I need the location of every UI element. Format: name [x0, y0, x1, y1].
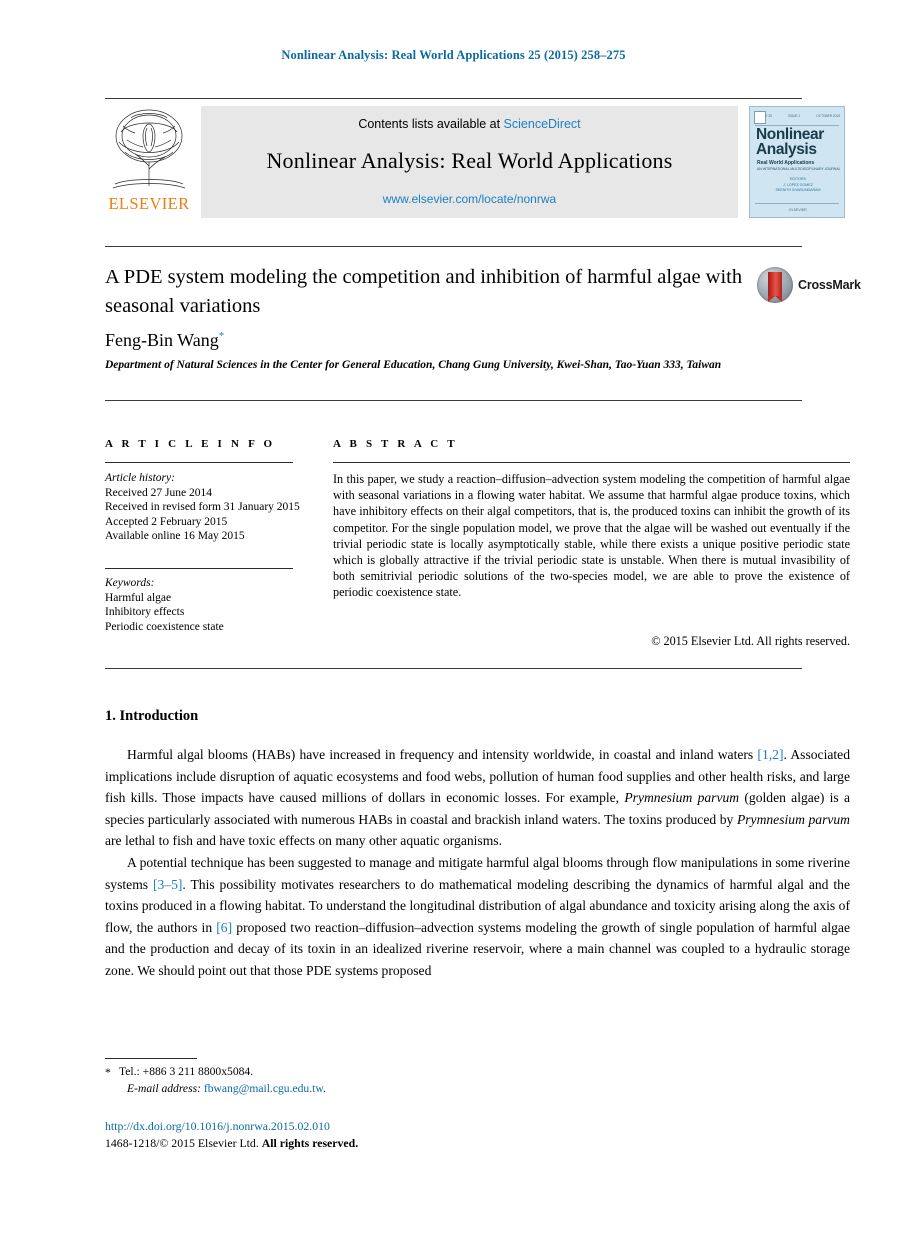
cover-editors: EDITORS J. LOPEZ GOMEZ SEENITH SIVASUNDA…	[750, 177, 844, 194]
footnote-email-line: E-mail address: fbwang@mail.cgu.edu.tw.	[127, 1081, 326, 1097]
cover-subtitle2: AN INTERNATIONAL MULTIDISCIPLINARY JOURN…	[757, 167, 841, 171]
rights-reserved: All rights reserved.	[261, 1136, 359, 1150]
citation-link-6[interactable]: [6]	[216, 920, 232, 935]
p1-text-1: Harmful algal blooms (HABs) have increas…	[127, 747, 758, 762]
author-affiliation: Department of Natural Sciences in the Ce…	[105, 359, 722, 371]
article-info-rule-top	[105, 462, 293, 463]
crossmark-book-shape	[768, 272, 782, 302]
abstract-text: In this paper, we study a reaction–diffu…	[333, 471, 850, 601]
cover-editors-label: EDITORS	[790, 177, 806, 181]
sciencedirect-banner: Contents lists available at ScienceDirec…	[201, 106, 738, 218]
history-item: Received 27 June 2014	[105, 486, 212, 499]
keyword-item: Harmful algae	[105, 591, 172, 604]
title-divider	[105, 246, 802, 247]
citation-link-3-5[interactable]: [3–5]	[153, 877, 182, 892]
history-item: Received in revised form 31 January 2015	[105, 501, 300, 513]
contents-prefix: Contents lists available at	[358, 117, 504, 131]
cover-rule-2	[755, 203, 839, 204]
elsevier-logo: ELSEVIER	[105, 106, 193, 218]
cover-elsevier-mark	[754, 111, 766, 124]
article-history-block: Article history: Received 27 June 2014 R…	[105, 471, 305, 544]
cover-editor-1: J. LOPEZ GOMEZ	[783, 182, 813, 187]
history-item: Available online 16 May 2015	[105, 530, 245, 542]
abstract-heading: A B S T R A C T	[333, 438, 458, 450]
email-period: .	[322, 1082, 326, 1095]
footnote-divider	[105, 1058, 197, 1059]
elsevier-wordmark: ELSEVIER	[108, 194, 190, 213]
masthead-top-rule	[105, 98, 802, 99]
contents-available-line: Contents lists available at ScienceDirec…	[201, 117, 738, 131]
crossmark-label: CrossMark	[798, 278, 861, 292]
cover-date: OCTOBER 2015	[816, 113, 840, 118]
abstract-copyright: © 2015 Elsevier Ltd. All rights reserved…	[651, 634, 850, 648]
crossmark-badge[interactable]: CrossMark	[757, 267, 861, 303]
cover-title: Nonlinear Analysis	[756, 127, 824, 158]
abstract-paragraph: In this paper, we study a reaction–diffu…	[333, 472, 850, 600]
article-info-heading: A R T I C L E I N F O	[105, 438, 276, 450]
article-info-rule-mid	[105, 568, 293, 569]
abstract-bottom-divider	[105, 668, 802, 669]
p1-text-4: are lethal to fish and have toxic effect…	[105, 833, 502, 849]
species-name-2: Prymnesium parvum	[736, 811, 851, 827]
author-name: Feng-Bin Wang*	[105, 330, 224, 351]
sciencedirect-link[interactable]: ScienceDirect	[504, 117, 581, 131]
abstract-rule-top	[333, 462, 850, 463]
author-label: Feng-Bin Wang	[105, 330, 219, 350]
issn-copyright-line: 1468-1218/© 2015 Elsevier Ltd. All right…	[105, 1136, 358, 1151]
email-link[interactable]: fbwang@mail.cgu.edu.tw	[204, 1082, 323, 1095]
running-head: Nonlinear Analysis: Real World Applicati…	[281, 48, 626, 62]
cover-issue: ISSUE 1	[787, 113, 801, 118]
journal-cover-thumbnail: VOLUME 25 ISSUE 1 OCTOBER 2015 Nonlinear…	[749, 106, 845, 218]
keywords-label: Keywords:	[105, 577, 155, 589]
page-title: A PDE system modeling the competition an…	[105, 266, 743, 317]
history-item: Accepted 2 February 2015	[105, 515, 228, 528]
keywords-block: Keywords: Harmful algae Inhibitory effec…	[105, 576, 305, 634]
cover-top-meta: VOLUME 25 ISSUE 1 OCTOBER 2015	[754, 110, 840, 121]
issn-prefix: 1468-1218/© 2015 Elsevier Ltd.	[105, 1136, 262, 1150]
keyword-item: Inhibitory effects	[105, 606, 185, 618]
elsevier-tree-icon	[112, 109, 186, 189]
affiliation-divider	[105, 400, 802, 401]
cover-subtitle: Real World Applications	[757, 160, 815, 166]
paper-page: Nonlinear Analysis: Real World Applicati…	[0, 0, 907, 1238]
cover-title-line2: Analysis	[756, 141, 817, 158]
section-heading-introduction: 1. Introduction	[105, 708, 199, 724]
cover-footer: ELSEVIER	[789, 208, 807, 212]
citation-link-1-2[interactable]: [1,2]	[757, 747, 783, 762]
footnote-tel: Tel.: +886 3 211 8800x5084.	[119, 1065, 254, 1078]
body-content: Harmful algal blooms (HABs) have increas…	[105, 744, 850, 982]
species-name-1: Prymnesium parvum	[624, 790, 740, 806]
paragraph-1: Harmful algal blooms (HABs) have increas…	[105, 744, 850, 852]
doi-link[interactable]: http://dx.doi.org/10.1016/j.nonrwa.2015.…	[105, 1119, 330, 1134]
journal-title: Nonlinear Analysis: Real World Applicati…	[266, 148, 673, 173]
paragraph-2: A potential technique has been suggested…	[105, 852, 850, 982]
corresponding-author-marker[interactable]: *	[219, 330, 225, 342]
journal-url-link[interactable]: www.elsevier.com/locate/nonrwa	[201, 192, 738, 206]
email-label: E-mail address:	[127, 1082, 201, 1095]
keyword-item: Periodic coexistence state	[105, 620, 224, 633]
article-history-label: Article history:	[105, 472, 175, 484]
journal-masthead: ELSEVIER Contents lists available at Sci…	[105, 106, 845, 218]
cover-editor-2: SEENITH SIVASUNDARAM	[775, 188, 821, 192]
crossmark-icon	[757, 267, 793, 303]
footnote-marker: *	[105, 1066, 111, 1079]
